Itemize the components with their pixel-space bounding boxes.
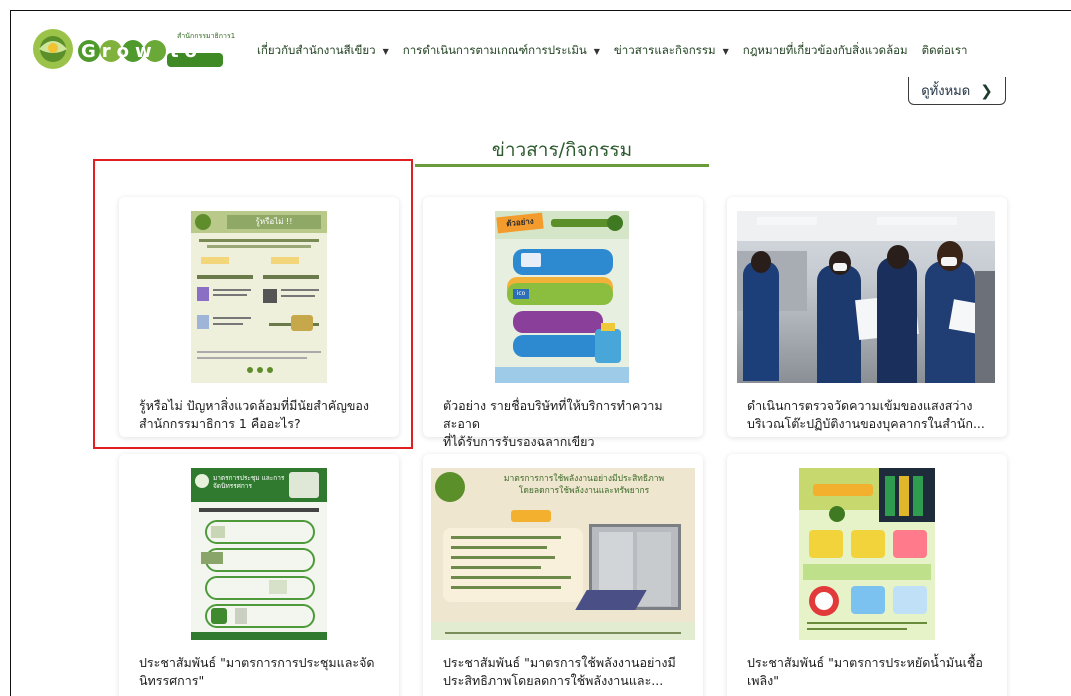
main-nav: เกี่ยวกับสำนักงานสีเขียว ▼ การดำเนินการตา…: [257, 41, 968, 61]
card-1-caption-line-2: สำนักกรรมาธิการ 1 คืออะไร?: [139, 416, 301, 431]
view-all-button[interactable]: ดูทั้งหมด ❯: [908, 77, 1006, 105]
news-card-4[interactable]: มาตรการประชุม และการจัดนิทรรศการ ประชาสั…: [119, 454, 399, 696]
card-1-poster-title: รู้หรือไม่ !!: [227, 215, 321, 229]
nav-operations-label: การดำเนินการตามเกณฑ์การประเมิน: [402, 43, 587, 57]
card-2-caption-line-1: ตัวอย่าง รายชื่อบริษัทที่ให้บริการทำความ…: [443, 398, 663, 431]
page-frame: Grow to Green สำนักกรรมาธิการ1 เกี่ยวกับ…: [10, 10, 1071, 696]
news-card-2[interactable]: ตัวอย่าง ico ตัวอย่าง รายชื่อบริษัทที่ให…: [423, 197, 703, 449]
nav-about[interactable]: เกี่ยวกับสำนักงานสีเขียว ▼: [257, 42, 389, 60]
card-1-caption-line-1: รู้หรือไม่ ปัญหาสิ่งแวดล้อมที่มีนัยสำคัญ…: [139, 398, 370, 413]
card-4-caption-line-1: ประชาสัมพันธ์ "มาตรการการประชุมและจัด: [139, 655, 375, 670]
card-6-thumbnail: [799, 468, 935, 640]
card-1-thumbnail: รู้หรือไม่ !!: [191, 211, 327, 383]
card-6-caption-line-1: ประชาสัมพันธ์ "มาตรการประหยัดน้ำมันเชื้อ: [747, 655, 983, 670]
nav-news[interactable]: ข่าวสารและกิจกรรม ▼: [614, 42, 729, 60]
nav-news-label: ข่าวสารและกิจกรรม: [613, 43, 716, 57]
site-logo[interactable]: Grow to Green สำนักกรรมาธิการ1: [31, 27, 235, 83]
card-5-poster-title: มาตรการการใช้พลังงานอย่างมีประสิทธิภาพ: [503, 474, 665, 484]
nav-laws-label: กฎหมายที่เกี่ยวข้องกับสิ่งแวดล้อม: [742, 43, 908, 57]
card-6-caption: ประชาสัมพันธ์ "มาตรการประหยัดน้ำมันเชื้อ…: [747, 654, 993, 690]
card-4-thumbnail: มาตรการประชุม และการจัดนิทรรศการ: [191, 468, 327, 640]
card-2-caption: ตัวอย่าง รายชื่อบริษัทที่ให้บริการทำความ…: [443, 397, 689, 451]
news-card-3[interactable]: ดำเนินการตรวจวัดความเข้มของแสงสว่าง บริเ…: [727, 197, 1007, 437]
nav-laws[interactable]: กฎหมายที่เกี่ยวข้องกับสิ่งแวดล้อม: [743, 42, 908, 60]
card-4-poster-title: มาตรการประชุม และการจัดนิทรรศการ: [213, 474, 285, 490]
nav-contact-label: ติดต่อเรา: [921, 43, 968, 57]
card-2-thumbnail: ตัวอย่าง ico: [495, 211, 629, 383]
nav-about-label: เกี่ยวกับสำนักงานสีเขียว: [257, 43, 376, 57]
card-3-caption: ดำเนินการตรวจวัดความเข้มของแสงสว่าง บริเ…: [747, 397, 993, 433]
section-title-underline: [415, 164, 709, 167]
card-5-caption: ประชาสัมพันธ์ "มาตรการใช้พลังงานอย่างมี …: [443, 654, 689, 690]
caret-down-icon: ▼: [382, 46, 389, 56]
news-card-5[interactable]: มาตรการการใช้พลังงานอย่างมีประสิทธิภาพ โ…: [423, 454, 703, 696]
caret-down-icon: ▼: [722, 46, 729, 56]
logo-text: Grow to Green: [81, 41, 203, 83]
card-4-caption: ประชาสัมพันธ์ "มาตรการการประชุมและจัด นิ…: [139, 654, 385, 690]
news-card-6[interactable]: ประชาสัมพันธ์ "มาตรการประหยัดน้ำมันเชื้อ…: [727, 454, 1007, 696]
card-5-caption-line-2: ประสิทธิภาพโดยลดการใช้พลังงานและ...: [443, 673, 664, 688]
card-5-poster-subtitle: โดยลดการใช้พลังงานและทรัพยากร: [518, 486, 650, 496]
card-3-caption-line-1: ดำเนินการตรวจวัดความเข้มของแสงสว่าง: [747, 398, 973, 413]
chevron-right-icon: ❯: [980, 81, 993, 100]
card-5-caption-line-1: ประชาสัมพันธ์ "มาตรการใช้พลังงานอย่างมี: [443, 655, 676, 670]
card-5-thumbnail: มาตรการการใช้พลังงานอย่างมีประสิทธิภาพ โ…: [431, 468, 695, 640]
news-card-1[interactable]: รู้หรือไม่ !! รู้หรือไม่ ปัญหาสิ่งแวดล้อ…: [119, 197, 399, 437]
card-3-caption-line-2: บริเวณโต๊ะปฏิบัติงานของบุคลากรในสำนัก...: [747, 416, 985, 431]
view-all-label: ดูทั้งหมด: [921, 84, 971, 99]
caret-down-icon: ▼: [593, 46, 600, 56]
card-2-caption-line-2: ที่ได้รับการรับรองฉลากเขียว: [443, 434, 595, 449]
nav-contact[interactable]: ติดต่อเรา: [922, 42, 968, 60]
section-title: ข่าวสาร/กิจกรรม: [491, 139, 633, 161]
logo-subtitle: สำนักกรรมาธิการ1: [177, 32, 236, 40]
card-1-caption: รู้หรือไม่ ปัญหาสิ่งแวดล้อมที่มีนัยสำคัญ…: [139, 397, 385, 433]
card-3-photo: [737, 211, 995, 383]
card-6-caption-line-2: เพลิง": [747, 673, 780, 688]
card-4-caption-line-2: นิทรรศการ": [139, 673, 205, 688]
nav-operations[interactable]: การดำเนินการตามเกณฑ์การประเมิน ▼: [403, 42, 600, 60]
